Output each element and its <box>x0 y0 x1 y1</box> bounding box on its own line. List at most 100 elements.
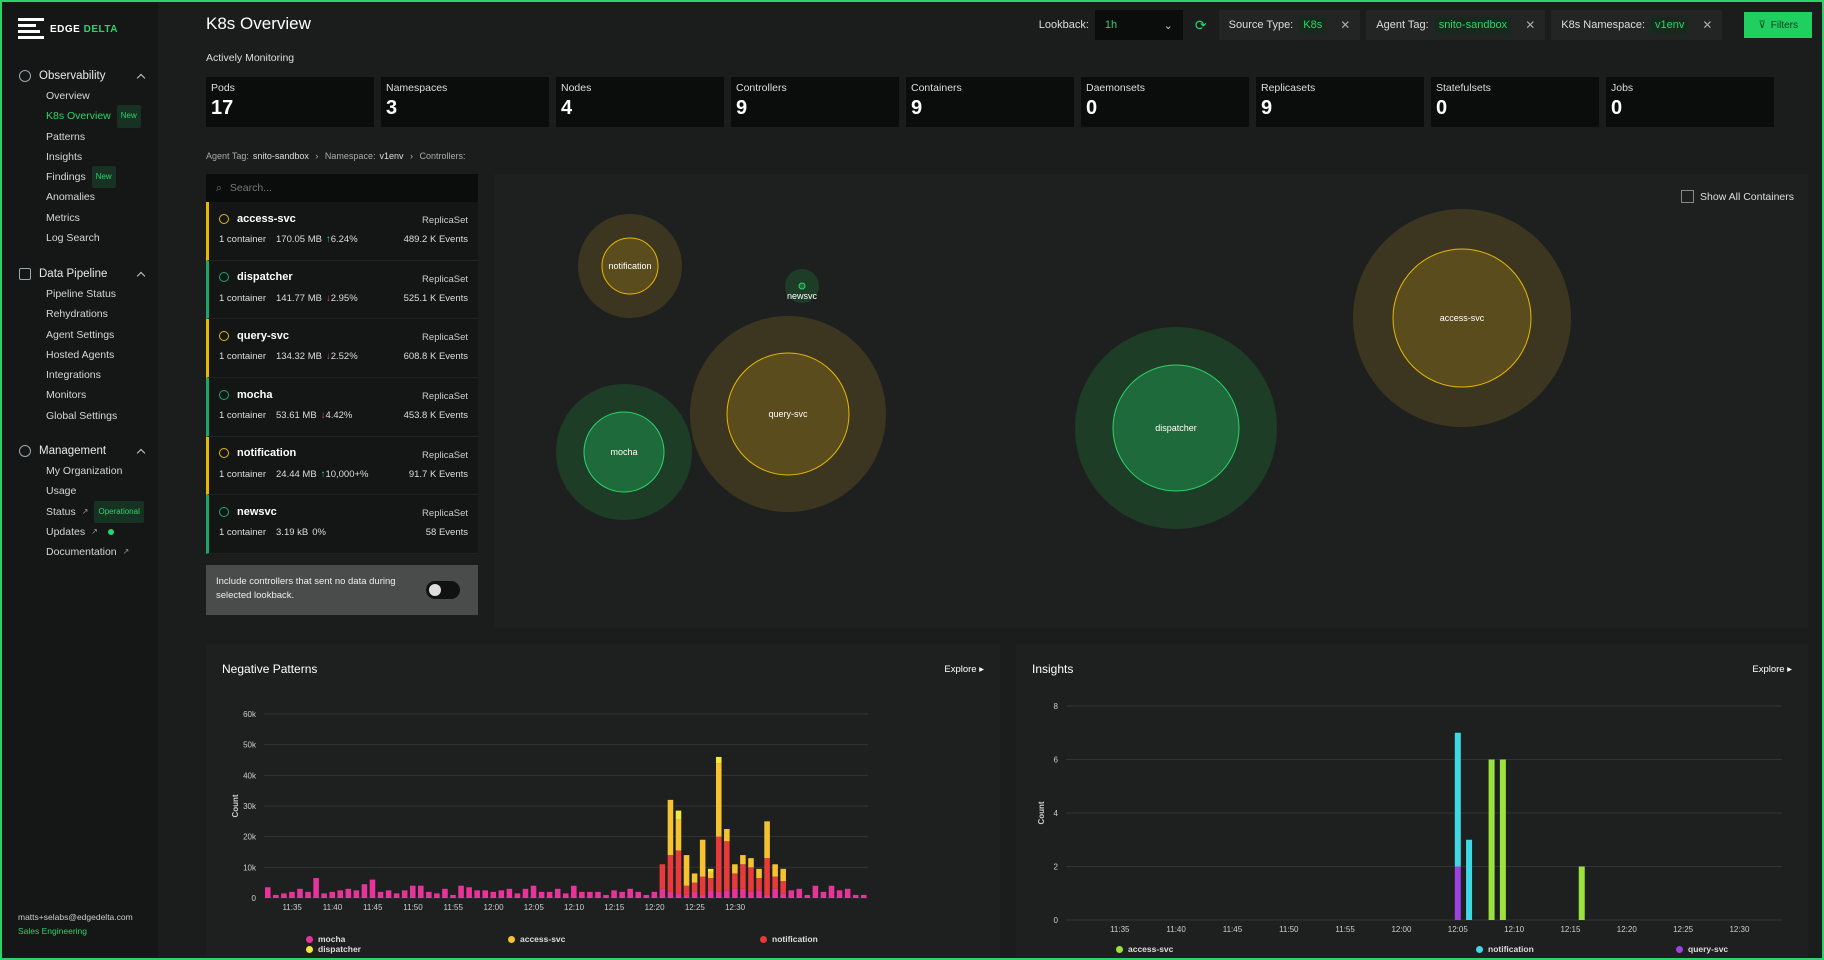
bar-mocha[interactable] <box>659 888 666 898</box>
legend-item[interactable]: access-svc <box>508 934 565 944</box>
bar-mocha[interactable] <box>571 885 577 898</box>
bar-mocha[interactable] <box>297 888 303 898</box>
sidebar-item-global-settings[interactable]: Global Settings <box>2 406 158 426</box>
bar-mocha[interactable] <box>748 891 754 898</box>
bar-notification[interactable] <box>691 882 698 892</box>
bar-mocha[interactable] <box>772 888 778 898</box>
close-icon[interactable]: ✕ <box>1525 18 1535 32</box>
bubble-query-svc[interactable]: query-svc <box>690 316 886 512</box>
controller-row[interactable]: mocha ReplicaSet 1 container 53.61 MB ↓4.42… <box>206 378 478 437</box>
controller-row[interactable]: newsvc ReplicaSet 1 container 3.19 kB 0% 58 … <box>206 495 478 555</box>
bar-mocha[interactable] <box>538 891 545 898</box>
bar-mocha[interactable] <box>595 891 601 898</box>
bar-mocha[interactable] <box>780 893 786 898</box>
bar-mocha[interactable] <box>667 891 674 898</box>
bar-mocha[interactable] <box>579 891 585 898</box>
stat-card-controllers[interactable]: Controllers 9 <box>731 77 899 127</box>
bar-mocha[interactable] <box>732 888 738 898</box>
bar-mocha[interactable] <box>313 878 319 898</box>
bar-notification[interactable] <box>756 878 762 891</box>
bar-mocha[interactable] <box>281 893 287 898</box>
bubble-access-svc[interactable]: access-svc <box>1353 209 1571 427</box>
bar-access-svc[interactable] <box>715 763 722 837</box>
bar-mocha[interactable] <box>409 885 416 898</box>
bar-access-svc[interactable] <box>675 819 682 851</box>
bar-mocha[interactable] <box>329 891 335 898</box>
bar-mocha[interactable] <box>458 885 464 898</box>
stat-card-jobs[interactable]: Jobs 0 <box>1606 77 1774 127</box>
bar-mocha[interactable] <box>361 884 368 898</box>
bar-access-svc[interactable] <box>1578 866 1585 921</box>
crumb-agent[interactable]: snito-sandbox <box>253 151 309 161</box>
bar-notification[interactable] <box>1454 732 1461 867</box>
nav-head-management[interactable]: Management <box>2 441 158 461</box>
stat-card-statefulsets[interactable]: Statefulsets 0 <box>1431 77 1599 127</box>
sidebar-item-agent-settings[interactable]: Agent Settings <box>2 325 158 345</box>
controller-row[interactable]: notification ReplicaSet 1 container 24.44 … <box>206 436 478 496</box>
stat-card-nodes[interactable]: Nodes 4 <box>556 77 724 127</box>
controller-row[interactable]: query-svc ReplicaSet 1 container 134.32 MB… <box>206 319 478 379</box>
filters-button[interactable]: ⊽ Filters <box>1744 12 1812 38</box>
bar-mocha[interactable] <box>498 890 505 898</box>
bar-mocha[interactable] <box>305 891 311 898</box>
bar-mocha[interactable] <box>860 894 867 898</box>
bar-access-svc[interactable] <box>764 821 770 859</box>
chevron-up-icon[interactable] <box>136 271 146 280</box>
bar-mocha[interactable] <box>796 888 803 898</box>
filter-agent-tag[interactable]: Agent Tag: snito-sandbox ✕ <box>1366 10 1546 40</box>
refresh-icon[interactable]: ⟳ <box>1195 17 1207 34</box>
bar-mocha[interactable] <box>724 890 730 898</box>
bar-mocha[interactable] <box>707 890 714 898</box>
bar-mocha[interactable] <box>466 887 472 898</box>
bar-notification[interactable] <box>1466 839 1473 920</box>
bar-access-svc[interactable] <box>756 868 762 879</box>
bar-mocha[interactable] <box>385 890 392 898</box>
bar-mocha[interactable] <box>506 888 513 898</box>
sidebar-item-log-search[interactable]: Log Search <box>2 228 158 248</box>
bar-access-svc[interactable] <box>724 829 730 842</box>
bar-access-svc[interactable] <box>780 868 786 882</box>
bar-mocha[interactable] <box>321 893 327 898</box>
bar-dispatcher[interactable] <box>715 756 722 764</box>
bar-mocha[interactable] <box>756 890 762 898</box>
bar-mocha[interactable] <box>450 894 456 898</box>
sidebar-item-documentation[interactable]: Documentation ↗ <box>2 542 158 562</box>
sidebar-item-status[interactable]: Status ↗ Operational <box>2 500 158 523</box>
controller-row[interactable]: access-svc ReplicaSet 1 container 170.05 M… <box>206 202 478 261</box>
bar-access-svc[interactable] <box>707 871 714 879</box>
bar-mocha[interactable] <box>788 890 795 898</box>
bar-mocha[interactable] <box>635 891 642 898</box>
bar-mocha[interactable] <box>651 891 658 898</box>
bar-mocha[interactable] <box>562 893 569 898</box>
bar-access-svc[interactable] <box>732 864 738 874</box>
bar-access-svc[interactable] <box>683 855 690 886</box>
bar-mocha[interactable] <box>675 893 682 898</box>
bar-dispatcher[interactable] <box>707 868 714 872</box>
bar-mocha[interactable] <box>844 888 851 898</box>
bar-mocha[interactable] <box>353 890 360 898</box>
bar-mocha[interactable] <box>683 894 690 898</box>
bar-mocha[interactable] <box>514 893 521 898</box>
bar-notification[interactable] <box>748 867 754 892</box>
sidebar-item-insights[interactable]: Insights <box>2 147 158 167</box>
bar-mocha[interactable] <box>627 888 633 898</box>
sidebar-item-hosted-agents[interactable]: Hosted Agents <box>2 345 158 365</box>
legend-item[interactable]: query-svc <box>1676 944 1728 954</box>
bar-mocha[interactable] <box>740 888 746 898</box>
search-input[interactable]: ⌕ Search... <box>206 174 478 202</box>
bar-mocha[interactable] <box>836 890 843 898</box>
bar-mocha[interactable] <box>482 890 488 898</box>
bar-access-svc[interactable] <box>667 799 674 856</box>
bar-mocha[interactable] <box>715 891 722 898</box>
bar-mocha[interactable] <box>699 894 706 898</box>
filter-k8s-namespace[interactable]: K8s Namespace: v1env ✕ <box>1551 10 1723 40</box>
sidebar-item-anomalies[interactable]: Anomalies <box>2 187 158 207</box>
edge-delta-logo[interactable]: EDGE DELTA <box>18 18 118 40</box>
bar-access-svc[interactable] <box>691 873 698 883</box>
bar-mocha[interactable] <box>619 891 625 898</box>
bar-mocha[interactable] <box>812 885 819 898</box>
bar-mocha[interactable] <box>369 879 376 898</box>
stat-card-containers[interactable]: Containers 9 <box>906 77 1074 127</box>
bar-mocha[interactable] <box>337 890 344 898</box>
sidebar-item-rehydrations[interactable]: Rehydrations <box>2 304 158 324</box>
